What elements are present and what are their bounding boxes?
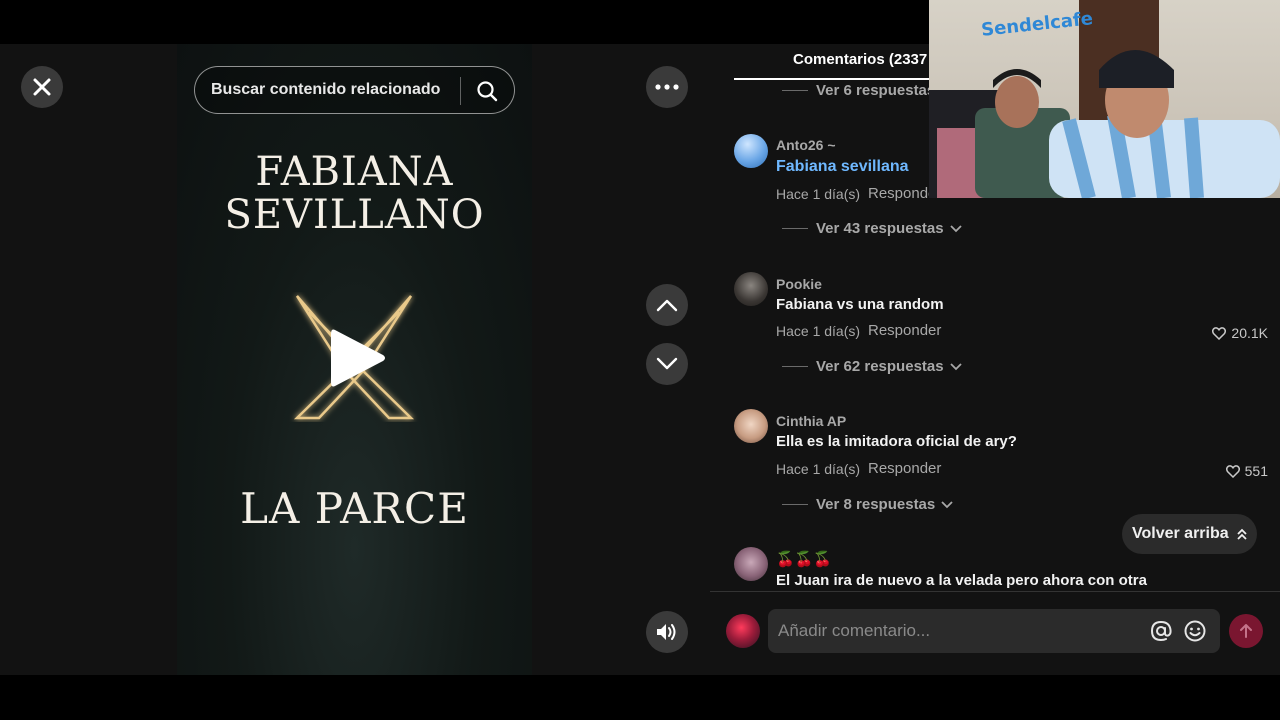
video-area: FABIANA SEVILLANO LA PARCE Buscar conten… (0, 44, 710, 675)
my-avatar (726, 614, 760, 648)
comment-text: Ella es la imitadora oficial de ary? (776, 433, 1017, 450)
view-replies-label: Ver 43 respuestas (816, 220, 944, 237)
view-replies-link[interactable]: Ver 6 respuestas (782, 82, 935, 99)
comment-time: Hace 1 día(s) (776, 461, 861, 477)
chevron-down-icon (941, 500, 953, 508)
reply-line (782, 504, 808, 505)
play-icon[interactable] (329, 326, 387, 390)
volume-icon (657, 624, 676, 640)
avatar[interactable] (734, 547, 768, 581)
double-chevron-up-icon (1237, 528, 1247, 540)
back-to-top-button[interactable]: Volver arriba (1122, 514, 1257, 554)
comment-text: Fabiana vs una random (776, 296, 944, 313)
chevron-up-icon (656, 299, 678, 312)
chevron-down-icon (656, 357, 678, 370)
comment-time: Hace 1 día(s) (776, 323, 861, 339)
mention-icon[interactable] (1150, 620, 1172, 642)
comment-username[interactable]: Anto26 ~ (776, 137, 836, 153)
reply-button[interactable]: Responder (868, 460, 941, 477)
arrow-up-icon (1240, 624, 1252, 638)
tab-underline (734, 78, 934, 80)
previous-video-button[interactable] (646, 284, 688, 326)
like-count: 551 (1244, 463, 1268, 479)
close-button[interactable] (21, 66, 63, 108)
view-replies-label: Ver 8 respuestas (816, 496, 936, 513)
heart-icon (1212, 326, 1227, 340)
heart-icon (1225, 464, 1240, 478)
like-count: 20.1K (1231, 325, 1268, 341)
like-button[interactable]: 20.1K (1212, 325, 1268, 341)
avatar[interactable] (734, 134, 768, 168)
webcam-streamers-image (929, 50, 1280, 198)
emoji-icon[interactable] (1184, 620, 1206, 642)
view-replies-link[interactable]: Ver 8 respuestas (782, 496, 953, 513)
next-video-button[interactable] (646, 343, 688, 385)
comment-time: Hace 1 día(s) (776, 186, 861, 202)
reply-button[interactable]: Responder (868, 322, 941, 339)
close-icon (33, 78, 51, 96)
send-comment-button[interactable] (1229, 614, 1263, 648)
view-replies-label: Ver 62 respuestas (816, 358, 944, 375)
reply-line (782, 228, 808, 229)
view-replies-label: Ver 6 respuestas (816, 82, 936, 99)
poster-title-line-3: LA PARCE (240, 484, 469, 533)
avatar[interactable] (734, 272, 768, 306)
poster-title-line-2: SEVILLANO (224, 192, 485, 238)
view-replies-link[interactable]: Ver 43 respuestas (782, 220, 962, 237)
comments-tab[interactable]: Comentarios (2337 (793, 51, 927, 68)
comment-text: El Juan ira de nuevo a la velada pero ah… (776, 572, 1147, 589)
comment-username[interactable]: 🍒🍒🍒 (776, 550, 832, 568)
reply-line (782, 90, 808, 91)
composer-divider (710, 591, 1280, 592)
webcam-overlay: Sendelcafe (929, 0, 1280, 198)
more-options-button[interactable] (646, 66, 688, 108)
comment-username[interactable]: Cinthia AP (776, 413, 846, 429)
add-comment-placeholder: Añadir comentario... (778, 621, 931, 640)
view-replies-link[interactable]: Ver 62 respuestas (782, 358, 962, 375)
more-dots-icon (655, 84, 679, 90)
related-search-box[interactable]: Buscar contenido relacionado (194, 66, 515, 114)
chevron-down-icon (949, 362, 962, 370)
video-player[interactable]: FABIANA SEVILLANO LA PARCE (177, 44, 532, 675)
search-divider (460, 77, 461, 105)
like-button[interactable]: 551 (1225, 463, 1268, 479)
volume-button[interactable] (646, 611, 688, 653)
comment-username[interactable]: Pookie (776, 276, 822, 292)
reply-line (782, 366, 808, 367)
back-to-top-label: Volver arriba (1132, 525, 1229, 542)
comment-text[interactable]: Fabiana sevillana (776, 158, 909, 176)
chevron-down-icon (949, 224, 962, 232)
related-search-placeholder: Buscar contenido relacionado (211, 81, 441, 98)
poster-title-line-1: FABIANA (255, 149, 454, 195)
avatar[interactable] (734, 409, 768, 443)
search-icon[interactable] (476, 80, 498, 102)
